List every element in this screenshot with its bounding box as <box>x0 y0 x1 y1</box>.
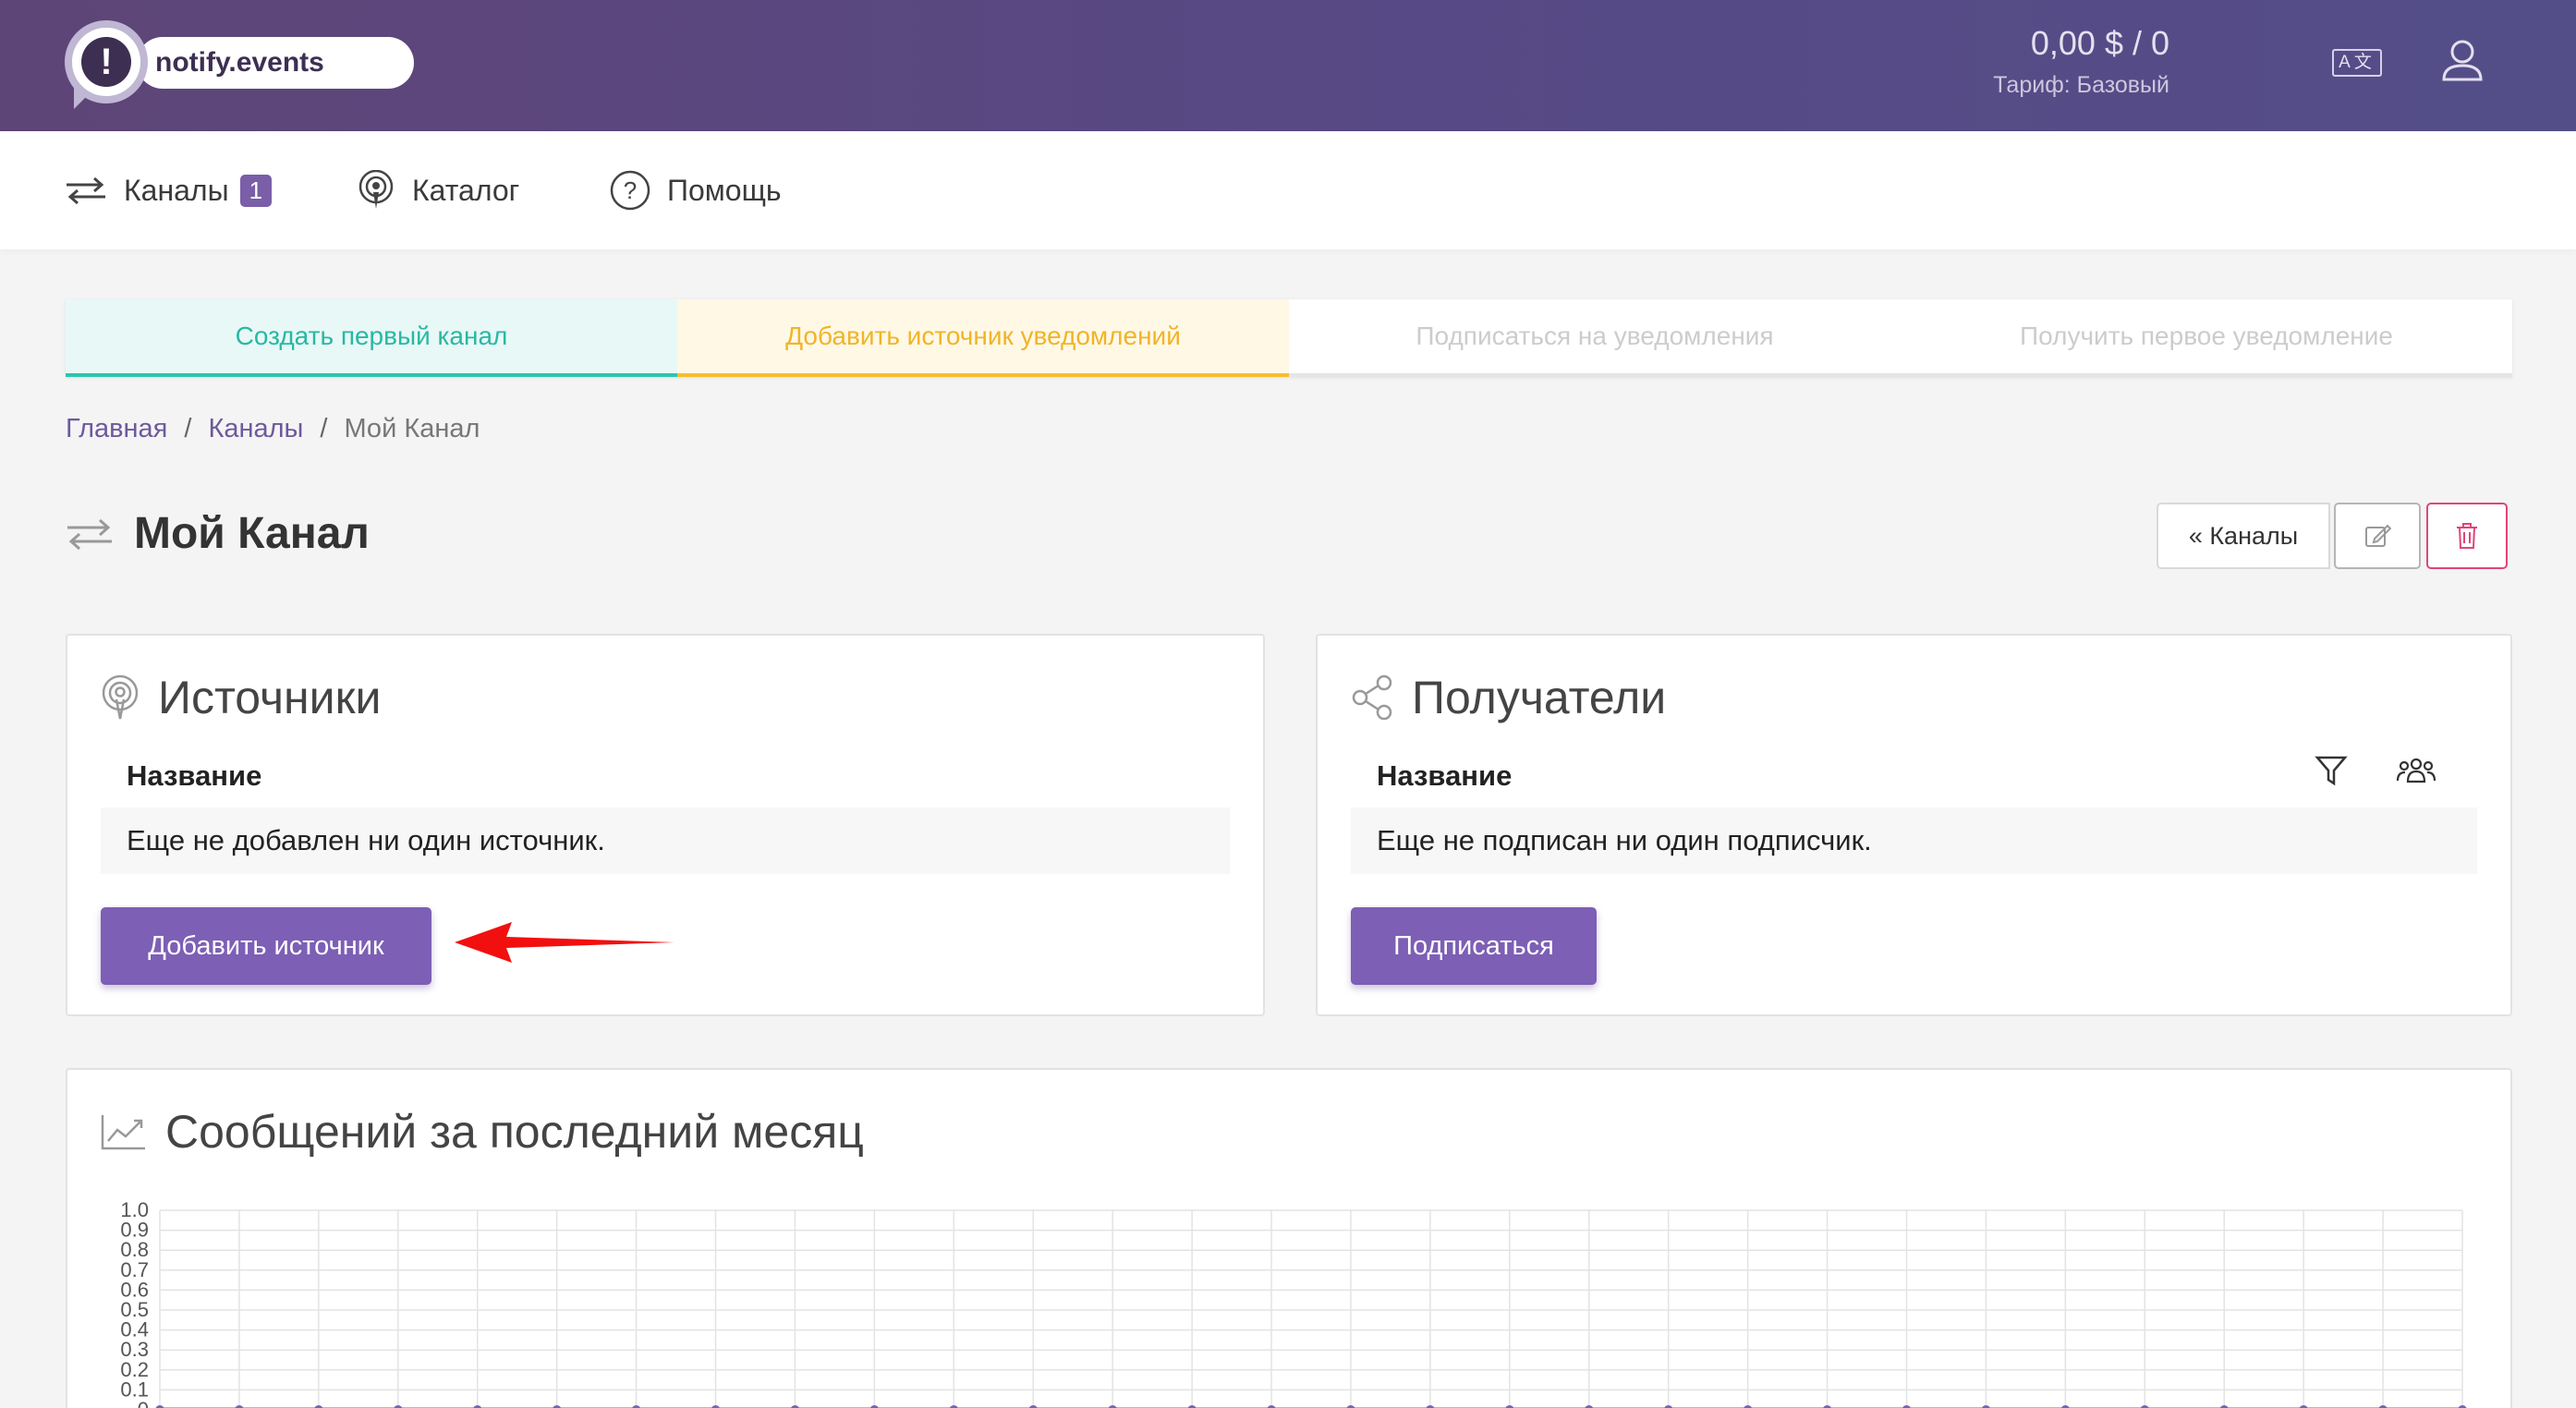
swap-arrows-icon <box>67 176 105 204</box>
breadcrumb-separator: / <box>184 414 192 443</box>
balance-block[interactable]: 0,00 $ / 0 Тариф: Базовый <box>1993 24 2169 99</box>
exclamation-icon: ! <box>81 37 131 87</box>
nav-item-help[interactable]: ? Помощь <box>610 168 782 212</box>
page-title-text: Мой Канал <box>134 509 370 558</box>
red-arrow-annotation <box>455 922 674 963</box>
breadcrumb-home[interactable]: Главная <box>66 414 167 443</box>
filter-icon[interactable] <box>2315 754 2348 787</box>
trash-icon <box>2457 523 2477 549</box>
share-icon <box>1352 674 1392 721</box>
breadcrumb-channels[interactable]: Каналы <box>208 414 303 443</box>
channels-count-badge: 1 <box>239 174 273 207</box>
recipients-title: Получатели <box>1351 671 1666 724</box>
breadcrumb-separator: / <box>320 414 328 443</box>
messages-line-chart: 1.00.90.80.70.60.50.40.30.20.10 <box>120 1198 2467 1408</box>
sources-empty-row: Еще не добавлен ни один источник. <box>101 807 1230 874</box>
recipients-title-text: Получатели <box>1412 672 1667 723</box>
delete-button[interactable] <box>2426 503 2508 569</box>
podcast-icon <box>102 674 139 720</box>
page-actions: « Каналы <box>2157 503 2508 569</box>
messages-chart-card: Сообщений за последний месяц 1.0 0.9 0.8 0.… <box>66 1068 2512 1408</box>
line-chart-icon <box>101 1115 145 1150</box>
user-icon[interactable] <box>2439 37 2485 83</box>
question-circle-icon: ? <box>610 170 650 211</box>
swap-arrows-icon <box>67 518 112 550</box>
sources-title: Источники <box>101 671 381 724</box>
chart-title-text: Сообщений за последний месяц <box>165 1106 864 1158</box>
logo-pill: notify.events <box>137 37 414 89</box>
add-source-button[interactable]: Добавить источник <box>101 907 431 985</box>
breadcrumb-current: Мой Канал <box>344 414 480 443</box>
onboarding-steps: Создать первый канал Добавить источник у… <box>66 299 2512 377</box>
translate-icon[interactable]: A文 <box>2332 49 2382 77</box>
top-header: notify.events ! 0,00 $ / 0 Тариф: Базовы… <box>0 0 2576 131</box>
breadcrumb: Главная / Каналы / Мой Канал <box>66 414 480 444</box>
nav-label-channels: Каналы <box>124 173 229 207</box>
sources-column-name: Название <box>127 759 262 792</box>
podcast-icon <box>358 170 394 209</box>
chart-y-tick-label: 0 <box>138 1398 149 1408</box>
tariff-label: Тариф: Базовый <box>1993 72 2169 98</box>
edit-icon <box>2365 524 2391 547</box>
nav-item-catalog[interactable]: Каталог <box>357 168 519 212</box>
subscribe-button[interactable]: Подписаться <box>1351 907 1597 985</box>
logo-text: notify.events <box>155 47 324 78</box>
main-nav: Каналы 1 Каталог ? Помощь <box>0 131 2576 249</box>
nav-label-help: Помощь <box>667 173 782 207</box>
step-subscribe: Подписаться на уведомления <box>1289 299 1901 377</box>
recipients-empty-row: Еще не подписан ни один подписчик. <box>1351 807 2477 874</box>
step-add-source[interactable]: Добавить источник уведомлений <box>677 299 1289 377</box>
step-create-channel[interactable]: Создать первый канал <box>66 299 677 377</box>
recipients-header-icons <box>2315 754 2436 787</box>
recipients-column-name: Название <box>1377 759 1513 792</box>
balance-amount: 0,00 $ / 0 <box>2030 24 2169 62</box>
svg-text:?: ? <box>624 176 637 204</box>
recipients-card: Получатели Название Еще не подписан ни о… <box>1316 634 2512 1016</box>
edit-button[interactable] <box>2334 503 2421 569</box>
back-to-channels-button[interactable]: « Каналы <box>2157 503 2330 569</box>
step-first-notification: Получить первое уведомление <box>1901 299 2512 377</box>
nav-item-channels[interactable]: Каналы 1 <box>65 168 273 212</box>
sources-title-text: Источники <box>158 672 382 723</box>
users-group-icon[interactable] <box>2396 754 2436 787</box>
nav-label-catalog: Каталог <box>412 173 520 207</box>
logo[interactable]: notify.events ! <box>65 20 414 109</box>
page-title: Мой Канал <box>66 508 370 559</box>
logo-bubble: ! <box>65 20 148 103</box>
chart-title: Сообщений за последний месяц <box>101 1105 864 1159</box>
